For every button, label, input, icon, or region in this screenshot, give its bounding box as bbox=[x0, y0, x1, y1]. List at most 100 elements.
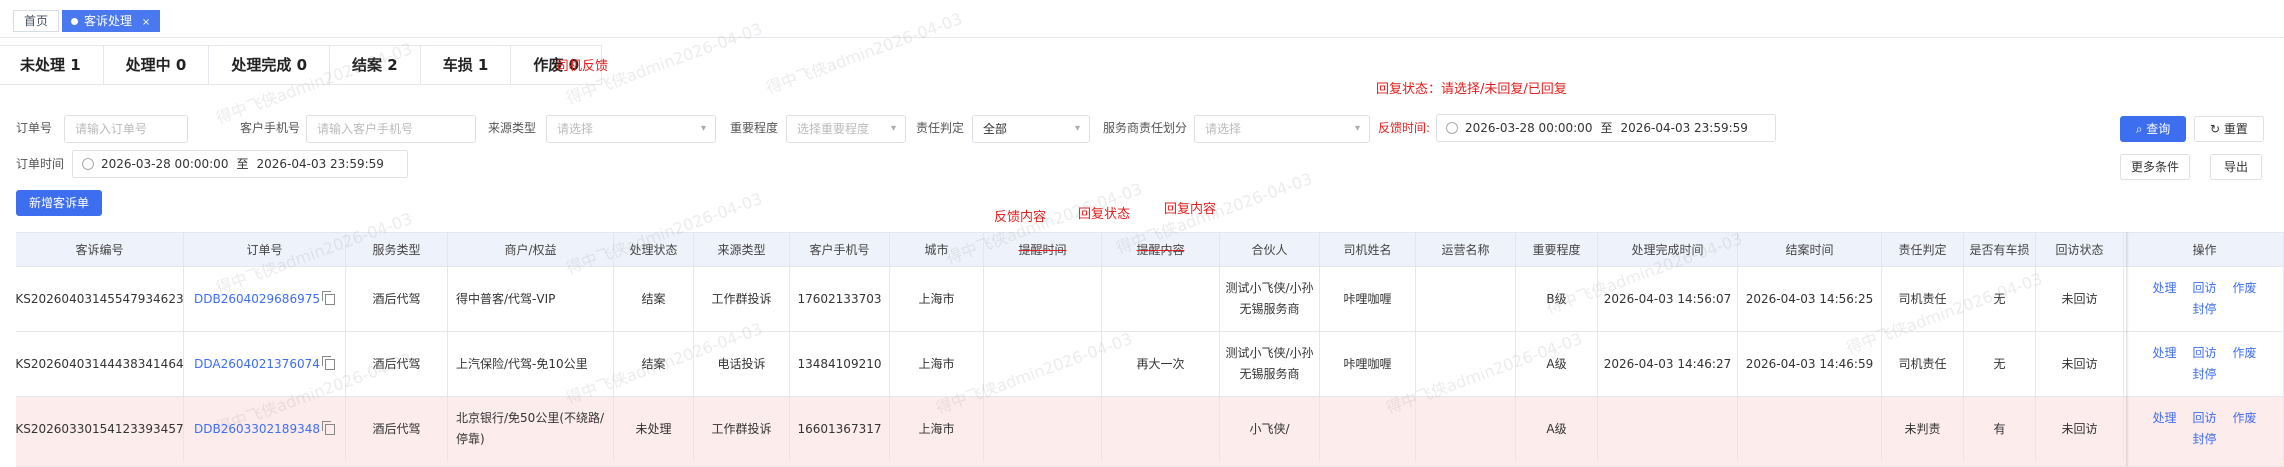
tags-view: 首页 客诉处理 × bbox=[0, 0, 2284, 38]
revisit-link[interactable]: 回访 bbox=[2192, 408, 2216, 429]
order-time-end: 2026-04-03 23:59:59 bbox=[256, 157, 384, 171]
copy-icon[interactable] bbox=[321, 355, 335, 370]
tab-complaint-handling[interactable]: 客诉处理 × bbox=[62, 10, 161, 32]
row-actions: 处理 回访 作废 封停 bbox=[2126, 267, 2284, 331]
importance: A级 bbox=[1516, 397, 1598, 461]
provider-resp-placeholder: 请选择 bbox=[1205, 122, 1242, 136]
fixed-column-shadow bbox=[2126, 232, 2129, 466]
city: 上海市 bbox=[890, 267, 984, 331]
driver-name: 咔哩咖喱 bbox=[1320, 267, 1416, 331]
feedback-time-end: 2026-04-03 23:59:59 bbox=[1620, 121, 1748, 135]
export-button[interactable]: 导出 bbox=[2210, 154, 2262, 180]
remind-content bbox=[1102, 397, 1220, 461]
void-link[interactable]: 作废 bbox=[2233, 343, 2257, 364]
process-link[interactable]: 处理 bbox=[2152, 408, 2176, 429]
copy-icon[interactable] bbox=[321, 290, 335, 305]
close-icon[interactable]: × bbox=[142, 17, 150, 28]
status-tab-unprocessed[interactable]: 未处理 1 bbox=[0, 46, 104, 84]
merchant: 得中普客/代驾-VIP bbox=[448, 267, 614, 331]
suspend-link[interactable]: 封停 bbox=[2192, 364, 2216, 385]
active-dot-icon bbox=[71, 18, 78, 25]
service-type: 酒后代驾 bbox=[346, 397, 448, 461]
void-link[interactable]: 作废 bbox=[2233, 408, 2257, 429]
partner: 测试小飞侠/小孙无锡服务商 bbox=[1220, 267, 1320, 331]
order-no-input[interactable]: 请输入订单号 bbox=[64, 115, 188, 143]
complaint-id: KS20260403145547934623 bbox=[15, 267, 184, 331]
close-time bbox=[1738, 397, 1882, 461]
new-complaint-button[interactable]: 新增客诉单 bbox=[16, 190, 102, 216]
source-label: 来源类型 bbox=[488, 121, 537, 135]
chevron-down-icon: ▾ bbox=[700, 123, 706, 134]
complaint-id: KS20260403144438341464 bbox=[15, 332, 184, 396]
service-type: 酒后代驾 bbox=[346, 267, 448, 331]
chevron-down-icon: ▾ bbox=[1074, 123, 1080, 134]
order-time-range[interactable]: 2026-03-28 00:00:00 至 2026-04-03 23:59:59 bbox=[72, 150, 408, 178]
range-separator: 至 bbox=[236, 157, 249, 171]
void-link[interactable]: 作废 bbox=[2233, 278, 2257, 299]
col-header: 来源类型 bbox=[694, 233, 790, 267]
revisit-link[interactable]: 回访 bbox=[2192, 343, 2216, 364]
order-no-label: 订单号 bbox=[16, 121, 53, 135]
remind-content bbox=[1102, 267, 1220, 331]
responsibility-label: 责任判定 bbox=[916, 121, 965, 135]
order-time-label: 订单时间 bbox=[16, 157, 65, 171]
tab-home[interactable]: 首页 bbox=[13, 10, 60, 32]
feedback-time-start: 2026-03-28 00:00:00 bbox=[1465, 121, 1593, 135]
row-actions: 处理 回访 作废 封停 bbox=[2126, 397, 2284, 461]
row-actions: 处理 回访 作废 封停 bbox=[2126, 332, 2284, 396]
status-tab-processing[interactable]: 处理中 0 bbox=[104, 46, 210, 84]
responsibility: 未判责 bbox=[1882, 397, 1964, 461]
reset-button[interactable]: ↻ 重置 bbox=[2194, 116, 2264, 142]
search-label: 查询 bbox=[2146, 122, 2171, 136]
col-header: 操作 bbox=[2126, 233, 2284, 267]
merchant: 北京银行/免50公里(不绕路/停靠) bbox=[448, 397, 614, 461]
chevron-down-icon: ▾ bbox=[1354, 123, 1360, 134]
copy-icon[interactable] bbox=[321, 420, 335, 435]
feedback-time-range[interactable]: 2026-03-28 00:00:00 至 2026-04-03 23:59:59 bbox=[1436, 114, 1776, 142]
importance-select[interactable]: 选择重要程度 ▾ bbox=[786, 115, 906, 143]
ops-name bbox=[1416, 397, 1516, 461]
range-separator: 至 bbox=[1600, 121, 1613, 135]
provider-resp-select[interactable]: 请选择 ▾ bbox=[1194, 115, 1370, 143]
remind-time bbox=[984, 397, 1102, 461]
visit-status: 未回访 bbox=[2036, 267, 2124, 331]
phone-input[interactable]: 请输入客户手机号 bbox=[306, 115, 476, 143]
done-time: 2026-04-03 14:46:27 bbox=[1598, 332, 1738, 396]
col-header: 回访状态 bbox=[2036, 233, 2124, 267]
status-tab-car-damage[interactable]: 车损 1 bbox=[421, 46, 512, 84]
suspend-link[interactable]: 封停 bbox=[2192, 429, 2216, 450]
col-header: 合伙人 bbox=[1220, 233, 1320, 267]
col-header: 结案时间 bbox=[1738, 233, 1882, 267]
order-link[interactable]: DDA2604021376074 bbox=[194, 354, 320, 375]
importance-label: 重要程度 bbox=[730, 121, 779, 135]
suspend-link[interactable]: 封停 bbox=[2192, 299, 2216, 320]
complaint-id: KS20260330154123393457 bbox=[15, 397, 184, 461]
chevron-down-icon: ▾ bbox=[890, 123, 896, 134]
search-button[interactable]: ⌕ 查询 bbox=[2120, 116, 2186, 142]
source-select[interactable]: 请选择 ▾ bbox=[546, 115, 716, 143]
remind-time bbox=[984, 267, 1102, 331]
importance-placeholder: 选择重要程度 bbox=[797, 122, 870, 136]
car-damage: 无 bbox=[1964, 332, 2036, 396]
more-conditions-button[interactable]: 更多条件 bbox=[2120, 154, 2190, 180]
source-placeholder: 请选择 bbox=[557, 122, 594, 136]
revisit-link[interactable]: 回访 bbox=[2192, 278, 2216, 299]
process-status: 未处理 bbox=[614, 397, 694, 461]
close-time: 2026-04-03 14:56:25 bbox=[1738, 267, 1882, 331]
partner: 小飞侠/ bbox=[1220, 397, 1320, 461]
phone-label: 客户手机号 bbox=[240, 121, 301, 135]
partner: 测试小飞侠/小孙无锡服务商 bbox=[1220, 332, 1320, 396]
provider-resp-label: 服务商责任划分 bbox=[1103, 121, 1188, 135]
col-header: 运营名称 bbox=[1416, 233, 1516, 267]
done-time bbox=[1598, 397, 1738, 461]
visit-status: 未回访 bbox=[2036, 397, 2124, 461]
process-link[interactable]: 处理 bbox=[2152, 343, 2176, 364]
responsibility-select[interactable]: 全部 ▾ bbox=[972, 115, 1090, 143]
customer-phone: 13484109210 bbox=[790, 332, 890, 396]
driver-name: 咔哩咖喱 bbox=[1320, 332, 1416, 396]
order-link[interactable]: DDB2604029686975 bbox=[194, 289, 320, 310]
clock-icon bbox=[82, 158, 94, 170]
ops-name bbox=[1416, 267, 1516, 331]
process-link[interactable]: 处理 bbox=[2152, 278, 2176, 299]
clock-icon bbox=[1446, 122, 1458, 134]
